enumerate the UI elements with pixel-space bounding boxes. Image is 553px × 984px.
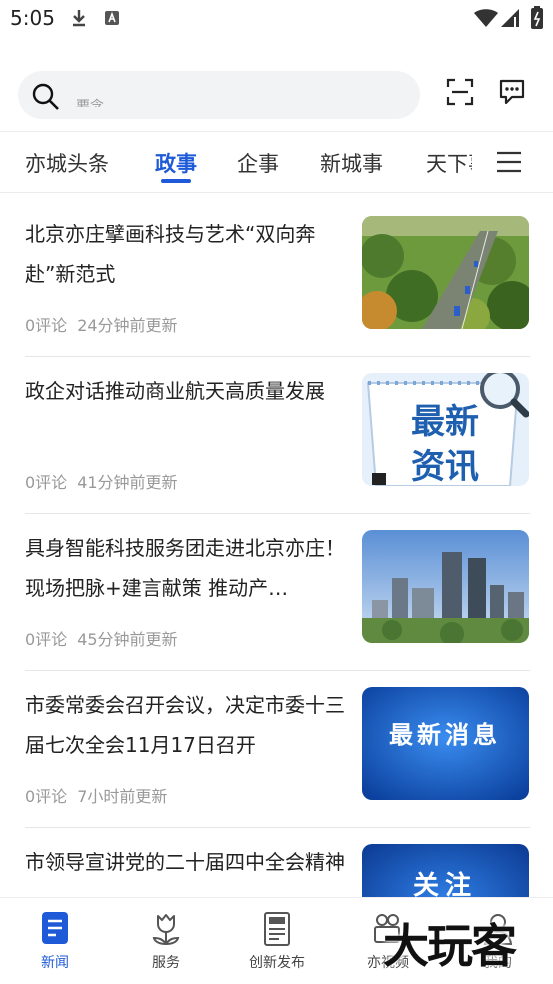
news-thumbnail xyxy=(362,216,529,329)
search-icon xyxy=(32,83,59,110)
news-title: 北京亦庄擘画科技与艺术“双向奔赴”新范式 xyxy=(25,222,316,286)
news-meta: 0评论 7小时前更新 xyxy=(25,783,177,807)
news-item[interactable]: 政企对话推动商业航天高质量发展 0评论 41分钟前更新 最新 资讯 xyxy=(25,357,530,514)
news-item[interactable]: 北京亦庄擘画科技与艺术“双向奔赴”新范式 0评论 24分钟前更新 xyxy=(25,200,530,357)
thumb-text: 关注 xyxy=(413,870,477,897)
status-time: 5:05 xyxy=(10,6,55,30)
active-tab-indicator xyxy=(161,179,191,183)
status-bar: 5:05 xyxy=(0,0,553,40)
battery-icon xyxy=(531,6,543,29)
news-thumbnail: 最新消息 xyxy=(362,687,529,800)
comment-count: 0评论 xyxy=(25,787,68,806)
news-icon xyxy=(42,912,68,944)
news-meta: 0评论 24分钟前更新 xyxy=(25,312,188,336)
comment-count: 0评论 xyxy=(25,630,68,649)
search-header: 要念 xyxy=(0,68,553,124)
signal-icon xyxy=(501,9,519,27)
news-title: 市委常委会召开会议，决定市委十三届七次全会11月17日召开 xyxy=(25,693,345,757)
menu-icon[interactable] xyxy=(496,150,522,174)
thumb-text-line1: 最新 xyxy=(411,402,479,442)
comment-count: 0评论 xyxy=(25,473,68,492)
newspaper-icon xyxy=(264,912,290,946)
news-meta: 0评论 41分钟前更新 xyxy=(25,469,188,493)
news-thumbnail: 最新 资讯 xyxy=(362,373,529,486)
wifi-icon xyxy=(474,9,498,27)
news-feed: 北京亦庄擘画科技与艺术“双向奔赴”新范式 0评论 24分钟前更新 政企对话推动商业… xyxy=(0,200,553,897)
category-tabs: 亦城头条 政事 企事 新城事 天下事 xyxy=(0,131,553,193)
message-icon[interactable] xyxy=(498,78,526,106)
scan-icon[interactable] xyxy=(446,78,474,106)
tabbar-innovation[interactable]: 创新发布 xyxy=(222,898,332,984)
news-item[interactable]: 市领导宣讲党的二十届四中全会精神 关注 xyxy=(25,828,530,897)
thumb-text-line2: 资讯 xyxy=(411,447,479,486)
thumb-text: 最新消息 xyxy=(389,720,501,749)
tabbar-label: 新闻 xyxy=(41,955,69,971)
news-thumbnail xyxy=(362,530,529,643)
comment-count: 0评论 xyxy=(25,316,68,335)
search-input[interactable]: 要念 xyxy=(18,71,420,119)
tab-politics[interactable]: 政事 xyxy=(155,148,197,178)
tab-enterprise[interactable]: 企事 xyxy=(237,148,279,178)
app-notification-icon xyxy=(105,11,119,25)
tab-headlines[interactable]: 亦城头条 xyxy=(25,148,109,178)
tabbar-label: 创新发布 xyxy=(249,955,305,971)
download-icon xyxy=(73,10,85,27)
watermark-logo: 大玩客 xyxy=(383,919,517,973)
news-meta: 0评论 45分钟前更新 xyxy=(25,626,188,650)
news-item[interactable]: 市委常委会召开会议，决定市委十三届七次全会11月17日召开 0评论 7小时前更新 … xyxy=(25,671,530,828)
news-item[interactable]: 具身智能科技服务团走进北京亦庄！现场把脉+建言献策 推动产… 0评论 45分钟前更… xyxy=(25,514,530,671)
tab-new-city[interactable]: 新城事 xyxy=(320,148,383,178)
update-time: 24分钟前更新 xyxy=(77,316,178,335)
tulip-icon xyxy=(152,914,180,946)
tabbar-news[interactable]: 新闻 xyxy=(0,898,110,984)
news-thumbnail: 关注 xyxy=(362,844,529,897)
search-placeholder: 要念 xyxy=(76,99,104,107)
news-title: 具身智能科技服务团走进北京亦庄！现场把脉+建言献策 推动产… xyxy=(25,536,345,600)
update-time: 41分钟前更新 xyxy=(77,473,178,492)
news-title: 政企对话推动商业航天高质量发展 xyxy=(25,379,325,403)
news-title: 市领导宣讲党的二十届四中全会精神 xyxy=(25,850,345,874)
tabbar-label: 服务 xyxy=(152,955,180,971)
update-time: 7小时前更新 xyxy=(77,787,168,806)
update-time: 45分钟前更新 xyxy=(77,630,178,649)
tabbar-services[interactable]: 服务 xyxy=(111,898,221,984)
